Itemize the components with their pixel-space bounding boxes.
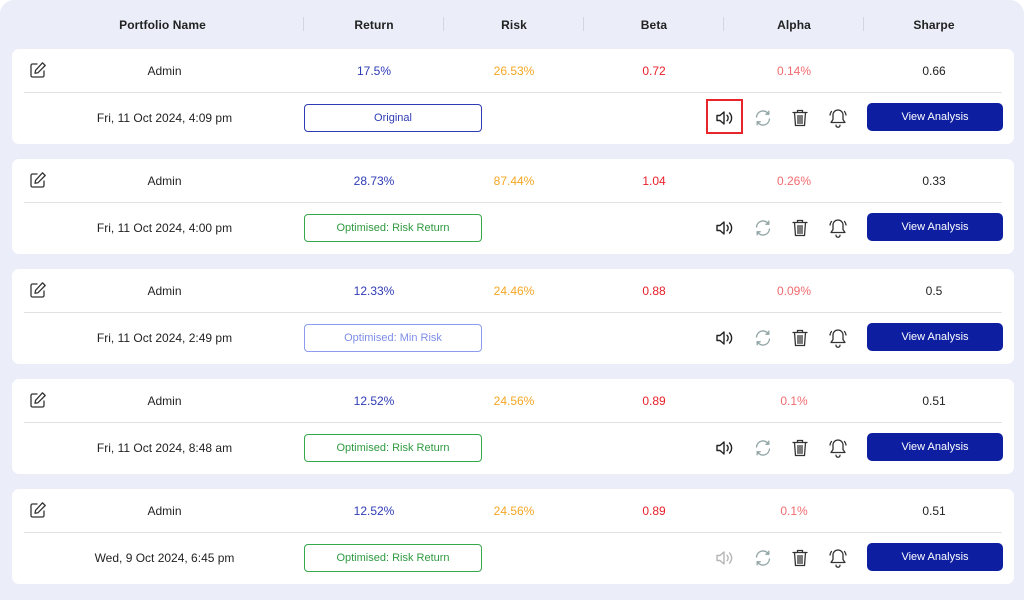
portfolio-card: Admin 28.73% 87.44% 1.04 0.26% 0.33 Fri,…	[12, 159, 1014, 254]
return-value: 28.73%	[353, 174, 395, 188]
beta-value: 0.72	[642, 64, 666, 78]
trash-icon[interactable]	[789, 217, 811, 239]
alpha-value: 0.14%	[776, 64, 812, 78]
risk-value: 26.53%	[493, 64, 535, 78]
trash-icon[interactable]	[789, 327, 811, 349]
edit-icon[interactable]	[28, 170, 48, 190]
beta-value: 1.04	[642, 174, 666, 188]
header-return: Return	[354, 18, 394, 32]
alpha-value: 0.26%	[776, 174, 812, 188]
portfolio-type-badge[interactable]: Optimised: Risk Return	[304, 434, 482, 462]
created-date: Fri, 11 Oct 2024, 4:00 pm	[96, 221, 233, 235]
risk-value: 87.44%	[493, 174, 535, 188]
bell-icon[interactable]	[827, 437, 849, 459]
bell-icon[interactable]	[827, 217, 849, 239]
edit-icon[interactable]	[28, 500, 48, 520]
portfolio-name: Admin	[147, 284, 182, 298]
portfolio-name: Admin	[147, 394, 182, 408]
speaker-icon[interactable]	[714, 547, 736, 569]
header-risk: Risk	[501, 18, 527, 32]
edit-icon[interactable]	[28, 280, 48, 300]
portfolio-type-badge[interactable]: Original	[304, 104, 482, 132]
edit-icon[interactable]	[28, 60, 48, 80]
header-separator	[303, 17, 304, 31]
alpha-value: 0.1%	[780, 504, 808, 518]
edit-icon[interactable]	[28, 390, 48, 410]
row-divider	[24, 422, 1002, 423]
view-analysis-button[interactable]: View Analysis	[867, 103, 1003, 131]
view-analysis-button[interactable]: View Analysis	[867, 323, 1003, 351]
portfolio-card: Admin 12.52% 24.56% 0.89 0.1% 0.51 Wed, …	[12, 489, 1014, 584]
sharpe-value: 0.51	[922, 504, 946, 518]
beta-value: 0.89	[642, 394, 666, 408]
trash-icon[interactable]	[789, 107, 811, 129]
sharpe-value: 0.51	[922, 394, 946, 408]
portfolio-type-badge[interactable]: Optimised: Min Risk	[304, 324, 482, 352]
refresh-icon[interactable]	[752, 217, 774, 239]
view-analysis-button[interactable]: View Analysis	[867, 213, 1003, 241]
portfolio-card: Admin 12.52% 24.56% 0.89 0.1% 0.51 Fri, …	[12, 379, 1014, 474]
header-portfolio-name: Portfolio Name	[119, 18, 206, 32]
row-divider	[24, 202, 1002, 203]
created-date: Wed, 9 Oct 2024, 6:45 pm	[94, 551, 235, 565]
refresh-icon[interactable]	[752, 547, 774, 569]
speaker-icon[interactable]	[714, 327, 736, 349]
risk-value: 24.56%	[493, 504, 535, 518]
bell-icon[interactable]	[827, 547, 849, 569]
return-value: 12.52%	[353, 504, 395, 518]
header-separator	[723, 17, 724, 31]
bell-icon[interactable]	[827, 107, 849, 129]
table-header: Portfolio Name Return Risk Beta Alpha Sh…	[0, 0, 1024, 50]
alpha-value: 0.09%	[776, 284, 812, 298]
created-date: Fri, 11 Oct 2024, 4:09 pm	[96, 111, 233, 125]
alpha-value: 0.1%	[780, 394, 808, 408]
header-separator	[583, 17, 584, 31]
trash-icon[interactable]	[789, 437, 811, 459]
portfolio-card: Admin 12.33% 24.46% 0.88 0.09% 0.5 Fri, …	[12, 269, 1014, 364]
return-value: 12.52%	[353, 394, 395, 408]
risk-value: 24.56%	[493, 394, 535, 408]
speaker-icon[interactable]	[714, 107, 736, 129]
sharpe-value: 0.5	[925, 284, 943, 298]
risk-value: 24.46%	[493, 284, 535, 298]
header-alpha: Alpha	[777, 18, 811, 32]
created-date: Fri, 11 Oct 2024, 8:48 am	[96, 441, 233, 455]
header-beta: Beta	[640, 18, 668, 32]
created-date: Fri, 11 Oct 2024, 2:49 pm	[96, 331, 233, 345]
view-analysis-button[interactable]: View Analysis	[867, 433, 1003, 461]
beta-value: 0.89	[642, 504, 666, 518]
row-divider	[24, 312, 1002, 313]
view-analysis-button[interactable]: View Analysis	[867, 543, 1003, 571]
refresh-icon[interactable]	[752, 437, 774, 459]
header-sharpe: Sharpe	[913, 18, 955, 32]
portfolio-card: Admin 17.5% 26.53% 0.72 0.14% 0.66 Fri, …	[12, 49, 1014, 144]
header-separator	[443, 17, 444, 31]
portfolio-name: Admin	[147, 504, 182, 518]
sharpe-value: 0.33	[922, 174, 946, 188]
return-value: 17.5%	[356, 64, 392, 78]
portfolio-name: Admin	[147, 64, 182, 78]
trash-icon[interactable]	[789, 547, 811, 569]
return-value: 12.33%	[353, 284, 395, 298]
refresh-icon[interactable]	[752, 107, 774, 129]
header-separator	[863, 17, 864, 31]
row-divider	[24, 532, 1002, 533]
portfolio-name: Admin	[147, 174, 182, 188]
row-divider	[24, 92, 1002, 93]
sharpe-value: 0.66	[922, 64, 946, 78]
refresh-icon[interactable]	[752, 327, 774, 349]
bell-icon[interactable]	[827, 327, 849, 349]
portfolio-type-badge[interactable]: Optimised: Risk Return	[304, 214, 482, 242]
beta-value: 0.88	[642, 284, 666, 298]
portfolio-type-badge[interactable]: Optimised: Risk Return	[304, 544, 482, 572]
speaker-icon[interactable]	[714, 217, 736, 239]
portfolio-list-panel: Portfolio Name Return Risk Beta Alpha Sh…	[0, 0, 1024, 600]
speaker-icon[interactable]	[714, 437, 736, 459]
